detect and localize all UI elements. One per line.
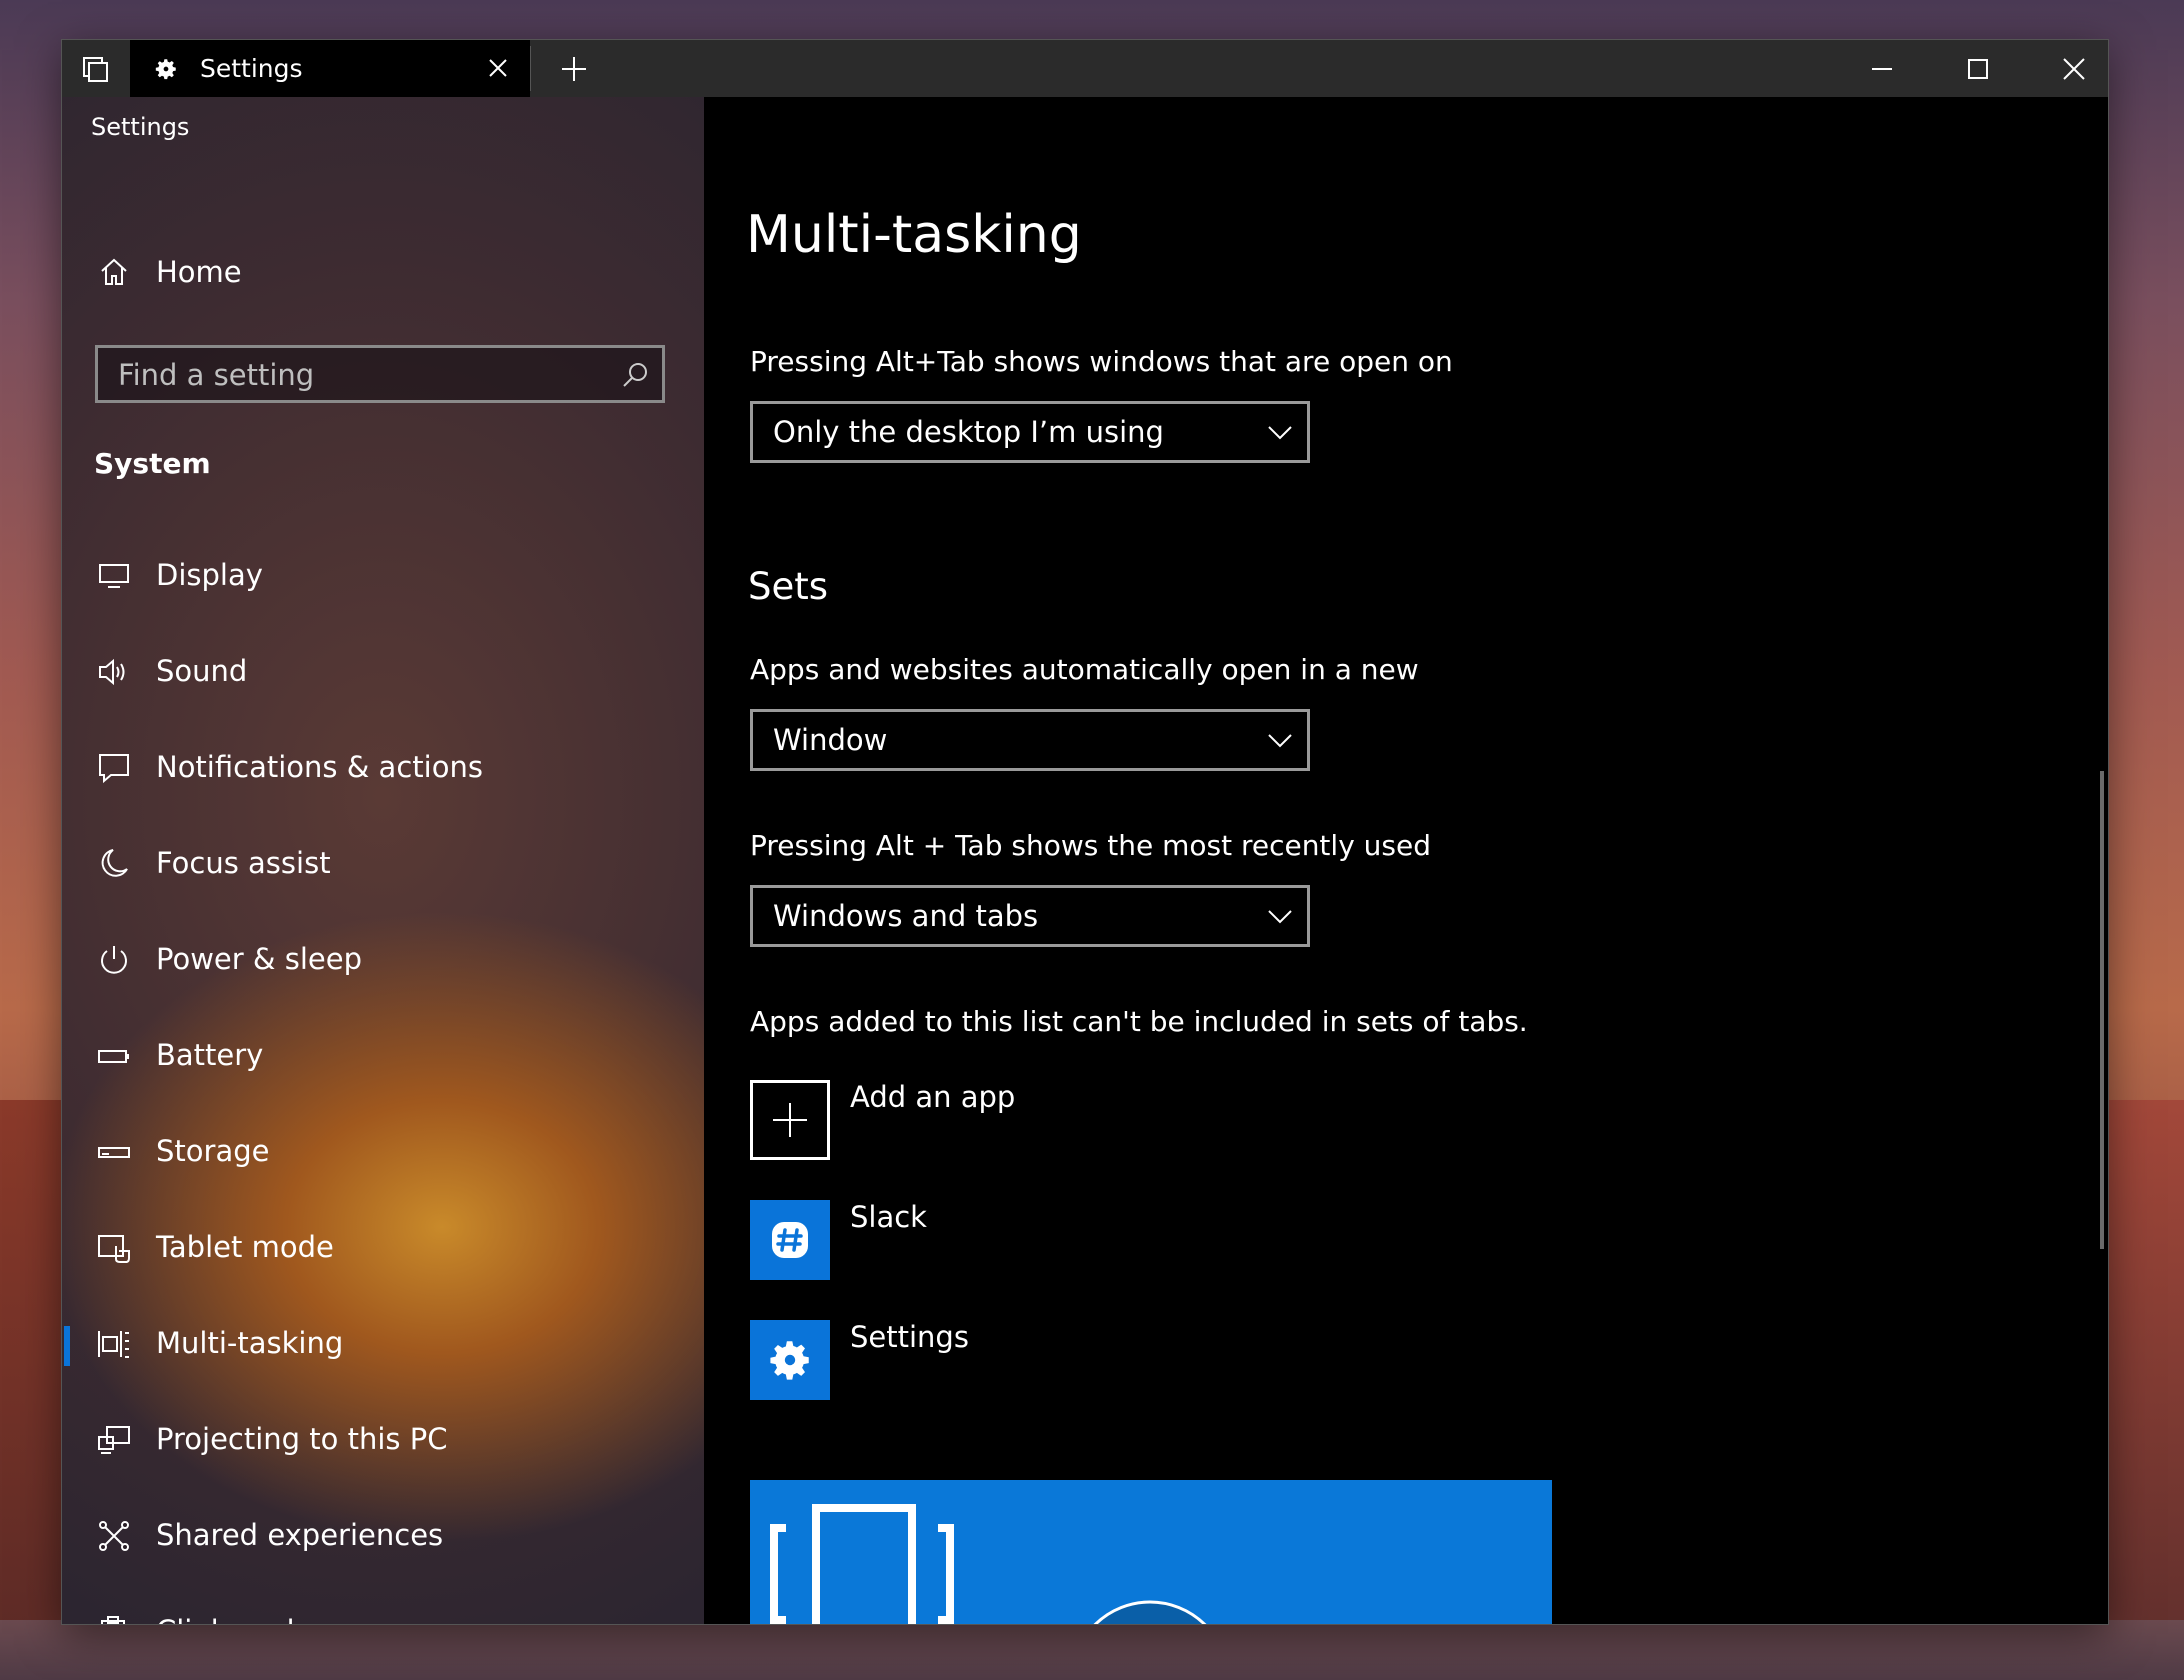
battery-icon bbox=[96, 1038, 132, 1074]
open-in-dropdown[interactable]: Window bbox=[750, 709, 1310, 771]
projecting-icon bbox=[96, 1422, 132, 1458]
storage-icon bbox=[96, 1134, 132, 1170]
alttab-dropdown[interactable]: Only the desktop I’m using bbox=[750, 401, 1310, 463]
sidebar-item-projecting[interactable]: Projecting to this PC bbox=[62, 1405, 704, 1475]
tab-settings[interactable]: Settings bbox=[130, 40, 530, 97]
shared-experiences-icon bbox=[96, 1518, 132, 1554]
multitasking-illustration bbox=[750, 1480, 1552, 1624]
sidebar-item-storage[interactable]: Storage bbox=[62, 1117, 704, 1187]
chevron-down-icon bbox=[1268, 910, 1292, 924]
speaker-icon bbox=[96, 654, 132, 690]
sidebar-item-shared-experiences[interactable]: Shared experiences bbox=[62, 1501, 704, 1571]
sidebar-item-label: Projecting to this PC bbox=[156, 1422, 448, 1456]
app-name: Add an app bbox=[850, 1080, 1016, 1114]
notification-icon bbox=[96, 750, 132, 786]
slack-icon bbox=[750, 1200, 830, 1280]
recent-dropdown[interactable]: Windows and tabs bbox=[750, 885, 1310, 947]
dropdown-value: Window bbox=[773, 723, 888, 757]
app-label: Settings bbox=[91, 113, 190, 141]
sidebar-item-label: Clipboard bbox=[156, 1614, 295, 1624]
sidebar-item-multi-tasking[interactable]: Multi-tasking bbox=[62, 1309, 704, 1379]
close-tab-icon[interactable] bbox=[484, 54, 512, 82]
settings-window: Settings Settings Home Find a setting Sy… bbox=[62, 40, 2108, 1624]
gear-icon bbox=[152, 55, 180, 83]
list-item-settings[interactable]: Settings bbox=[750, 1320, 1450, 1400]
list-item-slack[interactable]: Slack bbox=[750, 1200, 1450, 1280]
open-in-label: Apps and websites automatically open in … bbox=[750, 653, 1419, 686]
sidebar-item-label: Display bbox=[156, 558, 263, 592]
display-icon bbox=[96, 558, 132, 594]
maximize-button[interactable] bbox=[1930, 40, 2026, 97]
tab-separator bbox=[530, 46, 531, 91]
sidebar-item-label: Storage bbox=[156, 1134, 270, 1168]
search-icon[interactable] bbox=[620, 360, 650, 390]
plus-icon bbox=[562, 56, 586, 81]
dropdown-value: Only the desktop I’m using bbox=[773, 415, 1164, 449]
sidebar-item-label: Focus assist bbox=[156, 846, 331, 880]
recent-label: Pressing Alt + Tab shows the most recent… bbox=[750, 829, 1431, 862]
home-icon bbox=[96, 254, 132, 290]
search-input[interactable]: Find a setting bbox=[95, 345, 665, 403]
exclude-label: Apps added to this list can't be include… bbox=[750, 1005, 1528, 1038]
sidebar-item-home[interactable]: Home bbox=[62, 237, 704, 307]
snap-window-icon bbox=[770, 1504, 1207, 1624]
dropdown-value: Windows and tabs bbox=[773, 899, 1039, 933]
sidebar-item-label: Battery bbox=[156, 1038, 264, 1072]
sidebar-item-label: Tablet mode bbox=[156, 1230, 334, 1264]
close-icon bbox=[2063, 57, 2085, 80]
sidebar-item-clipboard[interactable]: Clipboard bbox=[62, 1597, 704, 1624]
sidebar-item-sound[interactable]: Sound bbox=[62, 637, 704, 707]
minimize-button[interactable] bbox=[1834, 40, 1930, 97]
app-name: Settings bbox=[850, 1320, 969, 1354]
chevron-down-icon bbox=[1268, 734, 1292, 748]
power-icon bbox=[96, 942, 132, 978]
multitasking-icon bbox=[96, 1326, 132, 1362]
sidebar-item-display[interactable]: Display bbox=[62, 541, 704, 611]
add-app-button[interactable]: Add an app bbox=[750, 1080, 1450, 1160]
sidebar-item-power-sleep[interactable]: Power & sleep bbox=[62, 925, 704, 995]
content-pane: Multi-tasking Pressing Alt+Tab shows win… bbox=[704, 97, 2108, 1624]
task-view-icon[interactable] bbox=[62, 40, 128, 97]
alttab-label: Pressing Alt+Tab shows windows that are … bbox=[750, 345, 1453, 378]
chevron-down-icon bbox=[1268, 426, 1292, 440]
search-placeholder: Find a setting bbox=[118, 358, 315, 392]
wallpaper-ground bbox=[0, 1620, 2184, 1680]
clipboard-icon bbox=[96, 1614, 132, 1624]
sidebar-item-label: Shared experiences bbox=[156, 1518, 444, 1552]
wallpaper-rock-right bbox=[2104, 1100, 2184, 1680]
selected-indicator bbox=[64, 1326, 70, 1366]
sidebar-item-label: Sound bbox=[156, 654, 248, 688]
sidebar-item-label: Notifications & actions bbox=[156, 750, 483, 784]
close-window-button[interactable] bbox=[2026, 40, 2122, 97]
sidebar-item-battery[interactable]: Battery bbox=[62, 1021, 704, 1091]
plus-icon[interactable] bbox=[750, 1080, 830, 1160]
title-bar: Settings bbox=[62, 40, 2108, 97]
gear-icon bbox=[750, 1320, 830, 1400]
app-name: Slack bbox=[850, 1200, 927, 1234]
scrollbar[interactable] bbox=[2100, 771, 2104, 1249]
sets-heading: Sets bbox=[748, 565, 829, 608]
wallpaper-rock-left bbox=[0, 1100, 70, 1680]
tab-title: Settings bbox=[200, 54, 303, 83]
section-title: System bbox=[94, 447, 211, 480]
sidebar-item-tablet-mode[interactable]: Tablet mode bbox=[62, 1213, 704, 1283]
minimize-icon bbox=[1872, 67, 1892, 70]
sidebar-item-focus-assist[interactable]: Focus assist bbox=[62, 829, 704, 899]
moon-icon bbox=[96, 846, 132, 882]
sidebar-item-notifications[interactable]: Notifications & actions bbox=[62, 733, 704, 803]
sidebar-item-label: Multi-tasking bbox=[156, 1326, 344, 1360]
maximize-icon bbox=[1968, 58, 1988, 79]
new-tab-button[interactable] bbox=[544, 40, 604, 97]
sidebar-item-label: Power & sleep bbox=[156, 942, 362, 976]
page-title: Multi-tasking bbox=[746, 205, 1082, 265]
tablet-mode-icon bbox=[96, 1230, 132, 1266]
sidebar-item-label: Home bbox=[156, 255, 242, 289]
sidebar: Settings Home Find a setting System Disp… bbox=[62, 97, 704, 1624]
